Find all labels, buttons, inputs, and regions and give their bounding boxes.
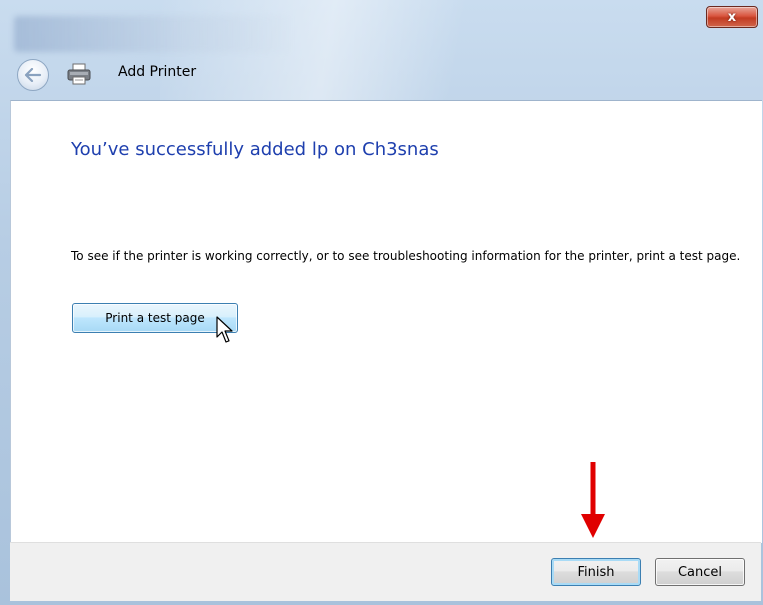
description-text: To see if the printer is working correct… — [71, 249, 741, 263]
button-bar: Finish Cancel — [10, 542, 761, 601]
background-blur — [14, 16, 294, 52]
back-button[interactable] — [17, 59, 49, 91]
wizard-content: You’ve successfully added lp on Ch3snas … — [10, 100, 762, 543]
close-icon: x — [727, 9, 737, 25]
page-heading: You’ve successfully added lp on Ch3snas — [71, 139, 439, 160]
back-arrow-icon — [24, 68, 42, 82]
printer-icon — [67, 63, 91, 85]
red-down-arrow-icon — [581, 462, 605, 538]
finish-button[interactable]: Finish — [551, 558, 641, 586]
mouse-cursor-icon — [216, 316, 233, 343]
cancel-button[interactable]: Cancel — [655, 558, 745, 586]
window-title: Add Printer — [118, 64, 197, 80]
print-test-page-button[interactable]: Print a test page — [72, 303, 238, 333]
close-button[interactable]: x — [706, 6, 758, 28]
